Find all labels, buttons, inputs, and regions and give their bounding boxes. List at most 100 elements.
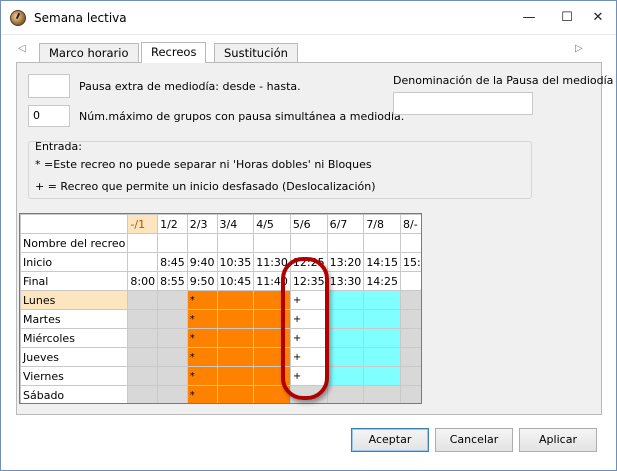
column-header-3[interactable]: 3/4 bbox=[216, 214, 255, 234]
break-cell[interactable] bbox=[400, 366, 421, 386]
break-cell[interactable] bbox=[253, 385, 291, 403]
break-cell[interactable]: + bbox=[289, 366, 328, 386]
break-cell[interactable] bbox=[400, 290, 421, 310]
break-cell[interactable]: * bbox=[186, 328, 218, 348]
break-cell[interactable] bbox=[326, 328, 365, 348]
column-header-4[interactable]: 4/5 bbox=[253, 214, 291, 234]
tab-sustitucion[interactable]: Sustitución bbox=[214, 43, 298, 62]
break-cell[interactable] bbox=[326, 290, 365, 310]
column-header-6[interactable]: 6/7 bbox=[326, 214, 365, 234]
cell-inicio-6[interactable]: 13:20 bbox=[326, 252, 365, 272]
tab-recreos[interactable]: Recreos bbox=[141, 42, 207, 63]
break-cell[interactable] bbox=[253, 309, 291, 329]
cell-final-7[interactable]: 14:25 bbox=[363, 271, 402, 291]
cell-inicio-4[interactable]: 11:30 bbox=[253, 252, 291, 272]
cell-nombre-1[interactable] bbox=[157, 233, 188, 253]
cell-final-3[interactable]: 10:45 bbox=[216, 271, 255, 291]
cell-nombre-0[interactable] bbox=[127, 233, 159, 253]
break-cell[interactable] bbox=[157, 328, 188, 348]
break-cell[interactable] bbox=[400, 309, 421, 329]
break-cell[interactable] bbox=[157, 385, 188, 403]
column-header-0[interactable]: -/1 bbox=[127, 214, 159, 234]
cell-nombre-7[interactable] bbox=[363, 233, 402, 253]
cell-inicio-0[interactable] bbox=[127, 252, 159, 272]
cell-nombre-8[interactable] bbox=[400, 233, 421, 253]
tab-scroll-left-icon[interactable]: ◁ bbox=[18, 43, 26, 54]
close-button[interactable]: ✕ bbox=[584, 7, 612, 29]
minimize-button[interactable]: — bbox=[515, 7, 543, 29]
cell-final-2[interactable]: 9:50 bbox=[186, 271, 218, 291]
row-label-final[interactable]: Final bbox=[20, 271, 129, 291]
maximize-button[interactable]: ☐ bbox=[553, 7, 581, 29]
break-cell[interactable] bbox=[289, 385, 328, 403]
break-cell[interactable] bbox=[326, 366, 365, 386]
apply-button[interactable]: Aplicar bbox=[519, 428, 597, 452]
break-cell[interactable] bbox=[400, 328, 421, 348]
break-cell[interactable] bbox=[216, 347, 255, 367]
break-cell[interactable] bbox=[363, 385, 402, 403]
cell-final-8[interactable] bbox=[400, 271, 421, 291]
break-cell[interactable]: * bbox=[186, 366, 218, 386]
break-cell[interactable] bbox=[127, 347, 159, 367]
cell-nombre-3[interactable] bbox=[216, 233, 255, 253]
cell-inicio-8[interactable]: 15:10 bbox=[400, 252, 421, 272]
day-label[interactable]: Sábado bbox=[20, 385, 129, 403]
break-cell[interactable] bbox=[253, 290, 291, 310]
cell-nombre-2[interactable] bbox=[186, 233, 218, 253]
break-cell[interactable] bbox=[216, 366, 255, 386]
cell-inicio-1[interactable]: 8:45 bbox=[157, 252, 188, 272]
max-groups-input[interactable]: 0 bbox=[28, 105, 70, 127]
break-cell[interactable]: * bbox=[186, 347, 218, 367]
break-cell[interactable] bbox=[253, 366, 291, 386]
accept-button[interactable]: Aceptar bbox=[351, 428, 429, 452]
cell-inicio-3[interactable]: 10:35 bbox=[216, 252, 255, 272]
break-cell[interactable] bbox=[400, 385, 421, 403]
row-label-nombre[interactable]: Nombre del recreo bbox=[20, 233, 129, 253]
break-cell[interactable] bbox=[127, 309, 159, 329]
break-cell[interactable] bbox=[326, 309, 365, 329]
break-cell[interactable]: + bbox=[289, 309, 328, 329]
tab-scroll-right-icon[interactable]: ▷ bbox=[575, 43, 583, 54]
break-cell[interactable] bbox=[253, 328, 291, 348]
break-cell[interactable]: + bbox=[289, 290, 328, 310]
break-cell[interactable] bbox=[216, 309, 255, 329]
cell-inicio-7[interactable]: 14:15 bbox=[363, 252, 402, 272]
break-cell[interactable]: + bbox=[289, 347, 328, 367]
cell-inicio-5[interactable]: 12:25 bbox=[289, 252, 328, 272]
break-cell[interactable] bbox=[127, 366, 159, 386]
break-cell[interactable] bbox=[157, 290, 188, 310]
break-cell[interactable] bbox=[326, 347, 365, 367]
day-label[interactable]: Viernes bbox=[20, 366, 129, 386]
break-cell[interactable] bbox=[216, 328, 255, 348]
column-header-2[interactable]: 2/3 bbox=[186, 214, 218, 234]
cell-final-1[interactable]: 8:55 bbox=[157, 271, 188, 291]
cancel-button[interactable]: Cancelar bbox=[435, 428, 513, 452]
row-label-inicio[interactable]: Inicio bbox=[20, 252, 129, 272]
day-label[interactable]: Miércoles bbox=[20, 328, 129, 348]
column-header-5[interactable]: 5/6 bbox=[289, 214, 328, 234]
break-cell[interactable]: + bbox=[289, 328, 328, 348]
tab-marco-horario[interactable]: Marco horario bbox=[39, 43, 139, 62]
break-cell[interactable] bbox=[157, 366, 188, 386]
break-cell[interactable] bbox=[127, 328, 159, 348]
cell-final-5[interactable]: 12:35 bbox=[289, 271, 328, 291]
break-cell[interactable] bbox=[363, 347, 402, 367]
break-cell[interactable] bbox=[253, 347, 291, 367]
cell-final-4[interactable]: 11:40 bbox=[253, 271, 291, 291]
denominacion-input[interactable] bbox=[393, 92, 533, 115]
break-cell[interactable] bbox=[363, 366, 402, 386]
cell-inicio-2[interactable]: 9:40 bbox=[186, 252, 218, 272]
break-cell[interactable]: * bbox=[186, 290, 218, 310]
day-label[interactable]: Jueves bbox=[20, 347, 129, 367]
cell-final-6[interactable]: 13:30 bbox=[326, 271, 365, 291]
cell-nombre-6[interactable] bbox=[326, 233, 365, 253]
break-cell[interactable] bbox=[363, 290, 402, 310]
break-cell[interactable] bbox=[157, 347, 188, 367]
break-cell[interactable] bbox=[216, 385, 255, 403]
break-cell[interactable] bbox=[326, 385, 365, 403]
column-header-8[interactable]: 8/- bbox=[400, 214, 421, 234]
break-cell[interactable] bbox=[363, 328, 402, 348]
cell-nombre-5[interactable] bbox=[289, 233, 328, 253]
break-cell[interactable] bbox=[216, 290, 255, 310]
column-header-7[interactable]: 7/8 bbox=[363, 214, 402, 234]
